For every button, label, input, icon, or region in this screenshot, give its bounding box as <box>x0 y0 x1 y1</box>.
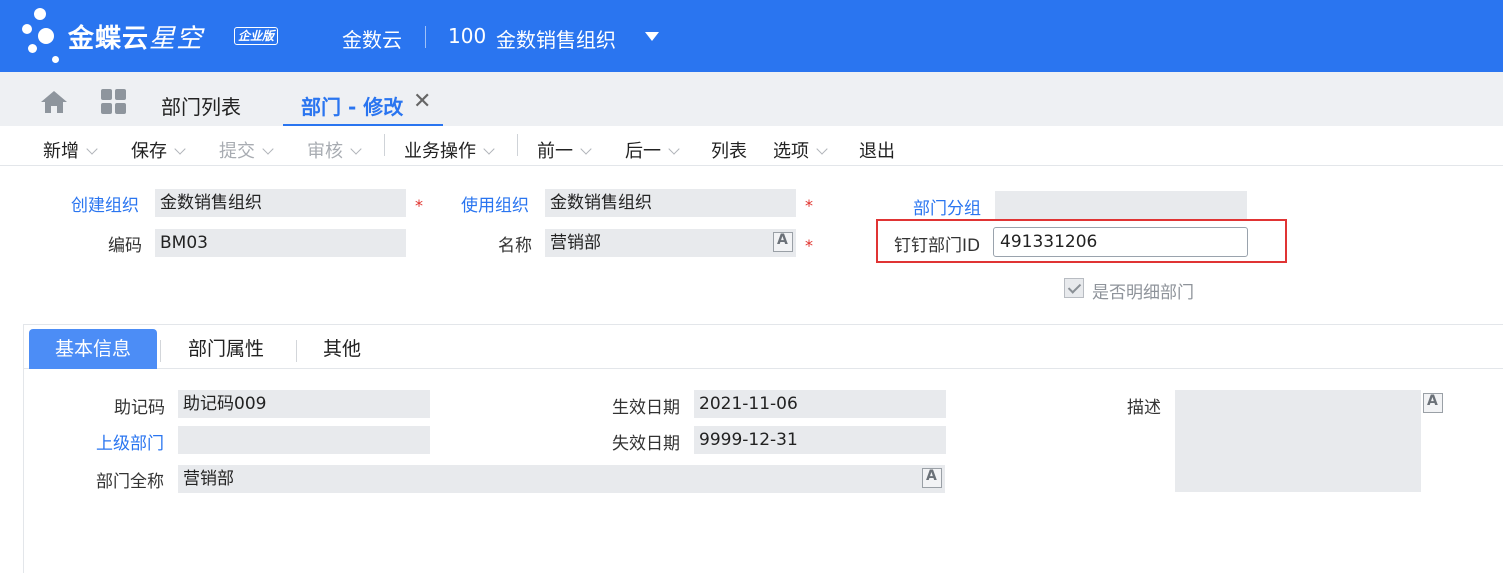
edition-badge: 企业版 <box>234 27 279 45</box>
audit-button[interactable]: 审核 <box>307 137 362 163</box>
multilanguage-icon[interactable] <box>1423 393 1443 413</box>
create-org-field[interactable]: 金数销售组织 <box>155 189 406 217</box>
name-field[interactable]: 营销部 <box>545 229 796 257</box>
code-field[interactable]: BM03 <box>155 229 406 257</box>
org-selector[interactable]: 金数销售组织 <box>496 24 616 53</box>
save-button[interactable]: 保存 <box>131 137 186 163</box>
dingtalk-dept-id-input[interactable]: 491331206 <box>993 227 1248 257</box>
subtab-basic-info[interactable]: 基本信息 <box>29 329 157 369</box>
use-org-label[interactable]: 使用组织 <box>461 191 529 216</box>
subtab-other[interactable]: 其他 <box>323 329 361 369</box>
submit-button[interactable]: 提交 <box>219 137 274 163</box>
chevron-down-icon[interactable] <box>86 143 98 155</box>
effective-date-label: 生效日期 <box>612 398 680 418</box>
prev-button[interactable]: 前一 <box>537 137 592 163</box>
apps-grid-icon[interactable] <box>101 89 126 114</box>
use-org-field[interactable]: 金数销售组织 <box>545 189 796 217</box>
close-icon[interactable]: ✕ <box>413 89 431 114</box>
exit-button[interactable]: 退出 <box>859 137 895 163</box>
multilanguage-icon[interactable] <box>922 468 942 488</box>
mnemonic-label: 助记码 <box>114 398 165 418</box>
data-center-name[interactable]: 金数云 <box>342 24 402 53</box>
top-bar: 金蝶云星空 企业版 金数云 100 金数销售组织 <box>0 0 1503 72</box>
expiry-date-label: 失效日期 <box>612 434 680 454</box>
detail-dept-checkbox[interactable] <box>1064 278 1084 298</box>
logo-dots-icon <box>20 6 70 66</box>
subtab-divider <box>160 340 161 362</box>
divider <box>425 26 426 48</box>
toolbar-divider <box>384 134 385 156</box>
subtab-divider <box>296 340 297 362</box>
code-label: 编码 <box>108 236 142 256</box>
chevron-down-icon[interactable] <box>668 143 680 155</box>
home-icon[interactable] <box>40 90 68 114</box>
dept-group-label[interactable]: 部门分组 <box>913 194 981 219</box>
logo: 金蝶云星空 <box>68 24 204 54</box>
description-label: 描述 <box>1127 398 1161 418</box>
dept-group-field[interactable] <box>995 191 1247 219</box>
name-label: 名称 <box>498 236 532 256</box>
chevron-down-icon[interactable] <box>580 143 592 155</box>
dingtalk-dept-id-label: 钉钉部门ID <box>894 236 981 256</box>
options-button[interactable]: 选项 <box>773 137 828 163</box>
full-name-label: 部门全称 <box>96 472 164 492</box>
chevron-down-icon[interactable] <box>350 143 362 155</box>
list-button[interactable]: 列表 <box>711 137 747 163</box>
org-code[interactable]: 100 <box>448 24 486 48</box>
next-button[interactable]: 后一 <box>625 137 680 163</box>
tab-dept-edit-label: 部门 - 修改 <box>301 95 404 119</box>
full-name-field[interactable]: 营销部 <box>178 465 945 493</box>
chevron-down-icon[interactable] <box>816 143 828 155</box>
parent-dept-field[interactable] <box>178 426 430 454</box>
subtab-dept-attributes[interactable]: 部门属性 <box>188 329 264 369</box>
detail-dept-label: 是否明细部门 <box>1092 283 1194 303</box>
caret-down-icon[interactable] <box>645 32 659 41</box>
expiry-date-field[interactable]: 9999-12-31 <box>694 426 946 454</box>
tab-dept-edit[interactable]: 部门 - 修改 ✕ <box>283 86 443 126</box>
toolbar-divider <box>517 134 518 156</box>
required-mark: * <box>805 236 813 255</box>
required-mark: * <box>805 196 813 215</box>
business-ops-button[interactable]: 业务操作 <box>404 137 495 163</box>
tab-dept-list[interactable]: 部门列表 <box>161 91 241 120</box>
chevron-down-icon[interactable] <box>483 143 495 155</box>
create-org-label[interactable]: 创建组织 <box>71 191 139 216</box>
multilanguage-icon[interactable] <box>773 232 793 252</box>
chevron-down-icon[interactable] <box>262 143 274 155</box>
effective-date-field[interactable]: 2021-11-06 <box>694 390 946 418</box>
parent-dept-label[interactable]: 上级部门 <box>96 429 164 454</box>
new-button[interactable]: 新增 <box>43 137 98 163</box>
mnemonic-field[interactable]: 助记码009 <box>178 390 430 418</box>
description-textarea[interactable] <box>1175 390 1421 492</box>
chevron-down-icon[interactable] <box>174 143 186 155</box>
required-mark: * <box>415 196 423 215</box>
